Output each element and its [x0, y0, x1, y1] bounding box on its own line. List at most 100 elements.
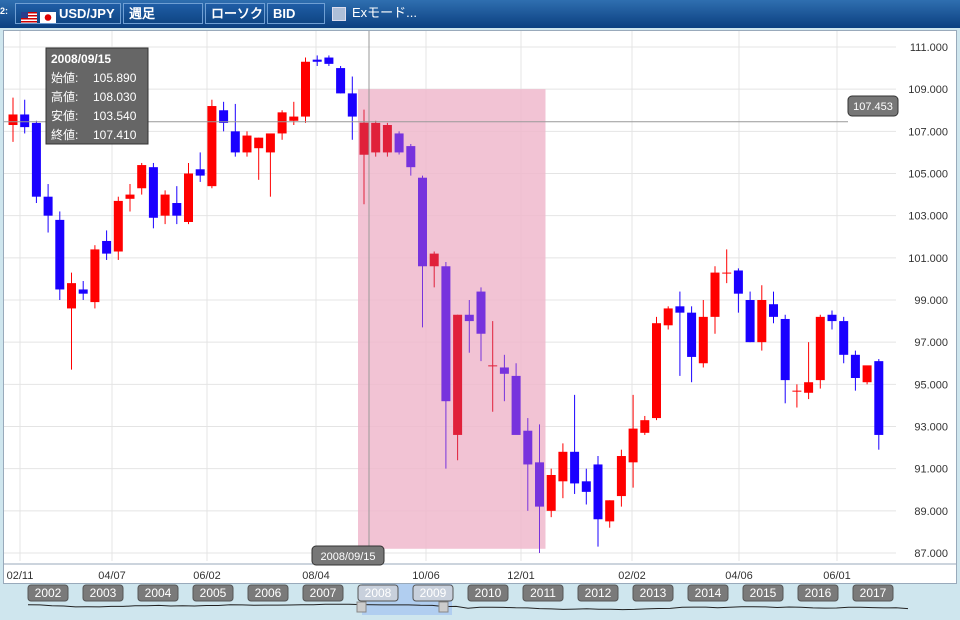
candle-body — [616, 456, 626, 497]
navigator-year-label: 2007 — [310, 586, 337, 600]
chart-panel[interactable]: 111.000 109.000 107.000 105.000 103.000 101.0… — [3, 30, 957, 584]
tooltip-high-value: 108.030 — [93, 90, 137, 104]
date-label: 2008/09/15 — [311, 545, 385, 566]
candle-body — [301, 61, 310, 117]
y-tick-label: 97.000 — [914, 337, 948, 349]
candle-body — [195, 169, 205, 176]
candle-body — [67, 283, 76, 309]
candle-body — [289, 116, 299, 121]
candle-body — [371, 122, 381, 153]
navigator-years: 2002 2003 2004 2005 2006 2007 2008 2009 2010 2011… — [27, 584, 894, 602]
y-tick-label: 109.000 — [908, 84, 948, 96]
chart-style-label: ローソク — [211, 6, 264, 21]
candle-body — [745, 300, 755, 343]
navigator-year-label: 2017 — [860, 586, 887, 600]
period-label: 週足 — [129, 6, 156, 21]
candle-body — [336, 68, 346, 94]
ex-mode-button[interactable]: Exモード... — [327, 3, 417, 24]
ohlc-tooltip: 2008/09/15 始値: 105.890 高値: 108.030 安値: 1… — [45, 47, 149, 145]
candle-body — [277, 112, 287, 134]
navigator-year-label: 2003 — [90, 586, 117, 600]
us-flag-icon — [21, 9, 37, 24]
candle-body — [792, 390, 802, 392]
candle-body — [523, 430, 533, 465]
x-tick-label: 10/06 — [412, 570, 440, 582]
y-axis: 111.000 109.000 107.000 105.000 103.000 101.0… — [908, 42, 948, 560]
x-tick-label: 06/01 — [823, 570, 851, 582]
candle-body — [640, 420, 650, 433]
candle-body — [137, 165, 147, 189]
candle-body — [102, 240, 112, 254]
candle-body — [312, 59, 322, 62]
candle-body — [265, 133, 275, 153]
candle-body — [663, 308, 673, 326]
candle-body — [172, 203, 182, 216]
candle-body — [687, 312, 697, 357]
ex-mode-label: Exモード... — [352, 5, 418, 20]
navigator-year-label: 2012 — [585, 586, 612, 600]
candle-body — [8, 114, 18, 126]
y-tick-label: 111.000 — [910, 42, 948, 54]
tooltip-low-label: 安値: — [51, 108, 78, 123]
candle-body — [20, 114, 30, 128]
candle-body — [769, 304, 778, 317]
candle-body — [453, 314, 463, 435]
candle-body — [43, 196, 53, 216]
symbol-selector[interactable]: USD/JPY — [15, 3, 121, 24]
x-axis: 02/11 04/07 06/02 08/04 10/06 12/01 02/02 04/06… — [7, 570, 851, 582]
candle-body — [675, 306, 685, 313]
candle-body — [31, 122, 41, 197]
candle-body — [698, 316, 708, 364]
candle-body — [207, 106, 217, 187]
navigator-year-label: 2011 — [530, 586, 556, 600]
candle-body — [219, 110, 229, 123]
candle-body — [593, 464, 603, 520]
candle-body — [113, 200, 123, 252]
candle-body — [499, 367, 509, 374]
candle-body — [464, 314, 474, 322]
navigator-right-handle[interactable] — [438, 601, 449, 613]
symbol-label: USD/JPY — [59, 6, 115, 21]
navigator-year-label: 2016 — [805, 586, 832, 600]
candle-body — [394, 133, 404, 153]
candle-body — [230, 131, 240, 153]
x-tick-label: 02/11 — [7, 570, 34, 582]
candle-body — [757, 300, 767, 343]
pane-number: 2: — [0, 6, 9, 16]
time-navigator[interactable]: 2002 2003 2004 2005 2006 2007 2008 2009 2010 2011… — [0, 584, 960, 615]
candle-body — [780, 318, 790, 381]
tooltip-open-label: 始値: — [51, 70, 78, 85]
y-tick-label: 89.000 — [914, 506, 948, 518]
chart-style-selector[interactable]: ローソク — [205, 3, 265, 24]
tooltip-date: 2008/09/15 — [51, 52, 111, 66]
price-side-selector[interactable]: BID — [267, 3, 325, 24]
navigator-year-label: 2002 — [35, 586, 62, 600]
navigator-year-label: 2006 — [255, 586, 282, 600]
y-tick-label: 101.000 — [908, 253, 948, 265]
crosshair-price-text: 107.453 — [853, 101, 893, 113]
candle-body — [382, 125, 392, 153]
candle-body — [874, 361, 884, 435]
navigator-mini-line — [27, 603, 909, 611]
tooltip-close-label: 終値: — [51, 127, 78, 142]
navigator-svg[interactable]: 2002 2003 2004 2005 2006 2007 2008 2009 2010 2011… — [0, 584, 960, 615]
candle-body — [148, 167, 158, 218]
candle-body — [90, 249, 100, 303]
candle-body — [722, 272, 732, 274]
candle-body — [242, 135, 252, 153]
candlestick-chart[interactable]: 111.000 109.000 107.000 105.000 103.000 101.0… — [4, 31, 956, 583]
navigator-year-label: 2008 — [365, 586, 392, 600]
candle-body — [418, 177, 427, 267]
tooltip-open-value: 105.890 — [93, 71, 137, 85]
x-tick-label: 04/06 — [725, 570, 753, 582]
y-tick-label: 107.000 — [908, 126, 948, 138]
candle-body — [710, 272, 720, 317]
candle-body — [406, 146, 416, 168]
candle-body — [605, 500, 615, 522]
period-selector[interactable]: 週足 — [123, 3, 203, 24]
price-side-label: BID — [273, 6, 296, 21]
y-tick-label: 87.000 — [914, 548, 948, 560]
candle-body — [652, 323, 661, 419]
checkbox-icon — [332, 6, 346, 21]
navigator-left-handle[interactable] — [356, 601, 367, 613]
